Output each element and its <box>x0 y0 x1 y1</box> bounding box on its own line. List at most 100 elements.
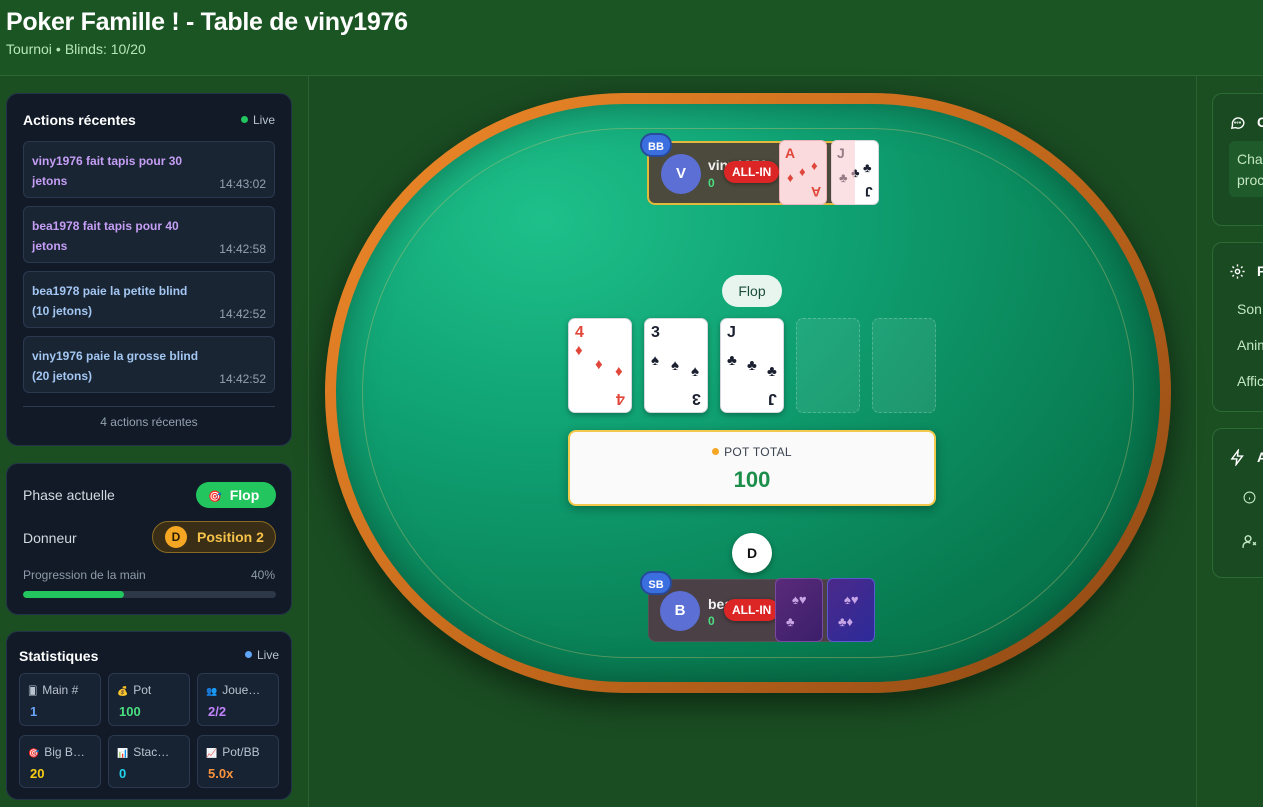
card-rank: J <box>865 184 873 200</box>
chat-text: proc <box>1237 172 1263 188</box>
card-rank: 3 <box>651 324 660 341</box>
action-time: 14:42:58 <box>219 242 266 256</box>
settings-title: P <box>1257 263 1263 279</box>
pot-value: 100 <box>733 467 771 492</box>
card-suit: ♣ <box>727 352 737 369</box>
lightning-icon <box>1229 447 1246 471</box>
card-suit: ♣ <box>767 363 777 380</box>
live-indicator: Live <box>244 648 279 662</box>
action-item: viny1976 fait tapis pour 30 jetons 14:43… <box>23 141 275 198</box>
trend-icon: 📈 <box>206 748 218 758</box>
dealer-badge: D Position 2 <box>152 521 276 553</box>
stat-value: 2/2 <box>208 704 227 719</box>
table-subtitle: Tournoi • Blinds: 10/20 <box>6 41 146 57</box>
action-item: viny1976 paie la grosse blind (20 jetons… <box>23 336 275 393</box>
chat-message: Cha proc <box>1229 141 1263 197</box>
card-rank: 4 <box>575 324 584 341</box>
card-rank: 3 <box>692 390 701 407</box>
setting-display[interactable]: Affic <box>1237 373 1263 389</box>
stat-big-blind: 🎯 Big B… 20 <box>19 735 101 788</box>
spade-icon: ♠♥ <box>792 592 807 607</box>
chat-panel: C Cha proc <box>1212 93 1263 226</box>
action-time: 14:43:02 <box>219 177 266 191</box>
small-blind-badge: SB <box>640 571 672 595</box>
action-text: viny1976 paie la grosse blind (20 jetons… <box>32 349 199 383</box>
card-rank: J <box>768 390 777 407</box>
quick-actions-panel: A <box>1212 428 1263 578</box>
live-label: Live <box>256 648 279 662</box>
community-card: 4 ♦ ♦ ♦ 4 <box>568 318 632 413</box>
action-item: bea1978 fait tapis pour 40 jetons 14:42:… <box>23 206 275 263</box>
club-icon: ♣ <box>786 614 795 629</box>
divider <box>23 406 275 407</box>
action-text: bea1978 paie la petite blind (10 jetons) <box>32 284 188 318</box>
card-back: ♠♥ ♣♦ <box>827 578 875 642</box>
target-icon: 🎯 <box>28 748 40 758</box>
phase-label: Phase actuelle <box>23 487 115 503</box>
stat-label: Pot/BB <box>222 745 260 759</box>
big-blind-badge: BB <box>640 133 672 157</box>
action-item: bea1978 paie la petite blind (10 jetons)… <box>23 271 275 328</box>
stat-hand-number: 🂠 Main # 1 <box>19 673 101 726</box>
all-in-badge: ALL-IN <box>724 161 780 183</box>
avatar: B <box>660 591 700 631</box>
player-chips: 0 <box>708 614 715 628</box>
action-time: 14:42:52 <box>219 372 266 386</box>
progress-value: 40% <box>250 568 275 582</box>
live-dot-icon <box>244 651 252 658</box>
card-suit: ♦ <box>811 158 818 173</box>
card-suit: ♦ <box>575 342 583 359</box>
pot-display: POT TOTAL 100 <box>568 430 936 506</box>
separator: • <box>55 41 61 57</box>
card-rank: 4 <box>616 390 625 407</box>
chat-text: Cha <box>1237 151 1263 167</box>
pot-label: POT TOTAL <box>724 445 792 459</box>
pot-dot-icon <box>712 448 720 455</box>
card-suit: ♦ <box>799 164 806 179</box>
chat-title: C <box>1257 114 1263 130</box>
stat-label: Stac… <box>133 745 170 759</box>
stat-players: 👥 Joue… 2/2 <box>197 673 279 726</box>
stat-pot-bb: 📈 Pot/BB 5.0x <box>197 735 279 788</box>
stats-panel: Statistiques Live 🂠 Main # 1 💰 Pot 100 👥 Jo… <box>6 631 292 800</box>
action-text: bea1978 fait tapis pour 40 jetons <box>32 219 179 253</box>
action-time: 14:42:52 <box>219 307 266 321</box>
card-suit: ♣ <box>747 357 757 374</box>
actions-count: 4 actions récentes <box>100 415 198 429</box>
action-text: viny1976 fait tapis pour 30 jetons <box>32 154 183 188</box>
player-chips: 0 <box>708 176 715 190</box>
all-in-badge: ALL-IN <box>724 599 780 621</box>
card-rank: J <box>727 324 736 341</box>
empty-card-slot <box>872 318 936 413</box>
gear-icon <box>1229 263 1246 285</box>
card-icon: 🂠 <box>28 686 38 696</box>
card-suit: ♦ <box>595 356 603 373</box>
recent-actions-panel: Actions récentes Live viny1976 fait tapi… <box>6 93 292 446</box>
stat-value: 20 <box>30 766 45 781</box>
club-icon: ♣♦ <box>838 614 854 629</box>
stat-pot: 💰 Pot 100 <box>108 673 190 726</box>
progress-fill <box>23 591 125 598</box>
empty-card-slot <box>796 318 860 413</box>
player-away-icon[interactable] <box>1241 533 1258 555</box>
stats-title: Statistiques <box>19 648 99 664</box>
stat-value: 100 <box>119 704 141 719</box>
stat-label: Main # <box>42 683 79 697</box>
info-icon[interactable] <box>1243 491 1256 509</box>
card-highlight <box>831 140 855 205</box>
community-card: 3 ♠ ♠ ♠ 3 <box>644 318 708 413</box>
hole-card: A ♦ ♦ ♦ A <box>779 140 827 205</box>
stat-value: 5.0x <box>208 766 234 781</box>
phase-value: Flop <box>229 487 260 503</box>
stat-label: Joue… <box>222 683 261 697</box>
quick-actions-title: A <box>1257 449 1263 465</box>
community-card: J ♣ ♣ ♣ J <box>720 318 784 413</box>
players-icon: 👥 <box>206 686 218 696</box>
blinds-info: Blinds: 10/20 <box>64 41 146 57</box>
dealer-label: Donneur <box>23 530 77 546</box>
target-icon: 🎯 <box>208 491 222 503</box>
card-suit: ♠ <box>651 352 659 369</box>
setting-sound[interactable]: Son <box>1237 301 1262 317</box>
page-header: Poker Famille ! - Table de viny1976 Tour… <box>0 0 1263 76</box>
setting-animations[interactable]: Anim <box>1237 337 1263 353</box>
